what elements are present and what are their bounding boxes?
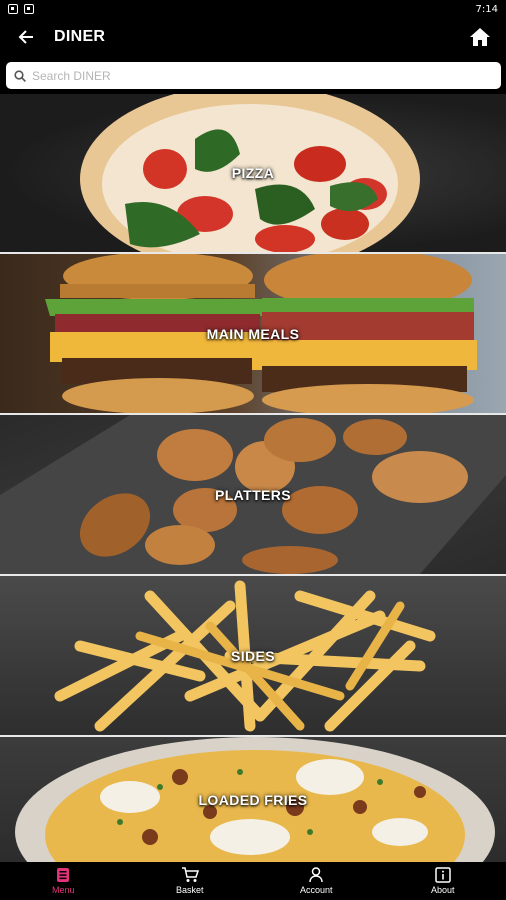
category-loaded-fries[interactable]: LOADED FRIES — [0, 737, 506, 862]
back-button[interactable] — [12, 23, 40, 51]
notification-icon — [24, 4, 34, 14]
menu-list-icon — [57, 868, 70, 882]
info-icon — [435, 867, 451, 883]
nav-menu[interactable]: Menu — [0, 862, 127, 900]
category-sides[interactable]: SIDES — [0, 576, 506, 735]
bottom-navigation: Menu Basket Account About — [0, 862, 506, 900]
nav-label: Account — [299, 885, 333, 895]
nav-basket[interactable]: Basket — [127, 862, 254, 900]
arrow-back-icon — [18, 30, 33, 44]
status-bar: 7:14 — [0, 0, 506, 18]
category-platters[interactable]: PLATTERS — [0, 415, 506, 574]
status-notification-icons — [8, 4, 34, 14]
app-bar: DINER — [0, 18, 506, 56]
search-icon — [14, 69, 26, 82]
category-list: PIZZA MAIN MEALS PLATTERS SIDES LOADED F… — [0, 94, 506, 862]
nav-label: Menu — [51, 885, 75, 895]
category-pizza[interactable]: PIZZA — [0, 94, 506, 252]
category-main-meals[interactable]: MAIN MEALS — [0, 254, 506, 413]
home-icon — [470, 28, 490, 46]
nav-account[interactable]: Account — [253, 862, 380, 900]
nav-about[interactable]: About — [380, 862, 506, 900]
search-input[interactable] — [32, 68, 493, 83]
nav-label: Basket — [175, 885, 204, 895]
category-label: PLATTERS — [214, 486, 292, 503]
cart-icon — [181, 867, 199, 882]
category-label: PIZZA — [231, 165, 275, 181]
category-label: MAIN MEALS — [206, 325, 300, 342]
nav-label: About — [430, 885, 455, 895]
search-bar — [6, 62, 501, 89]
status-time: 7:14 — [475, 3, 498, 15]
category-label: SIDES — [230, 647, 275, 664]
notification-icon — [8, 4, 18, 14]
home-button[interactable] — [466, 23, 494, 51]
person-icon — [309, 867, 323, 883]
search-box[interactable] — [6, 62, 501, 89]
page-title: DINER — [54, 28, 106, 45]
category-label: LOADED FRIES — [198, 791, 308, 808]
